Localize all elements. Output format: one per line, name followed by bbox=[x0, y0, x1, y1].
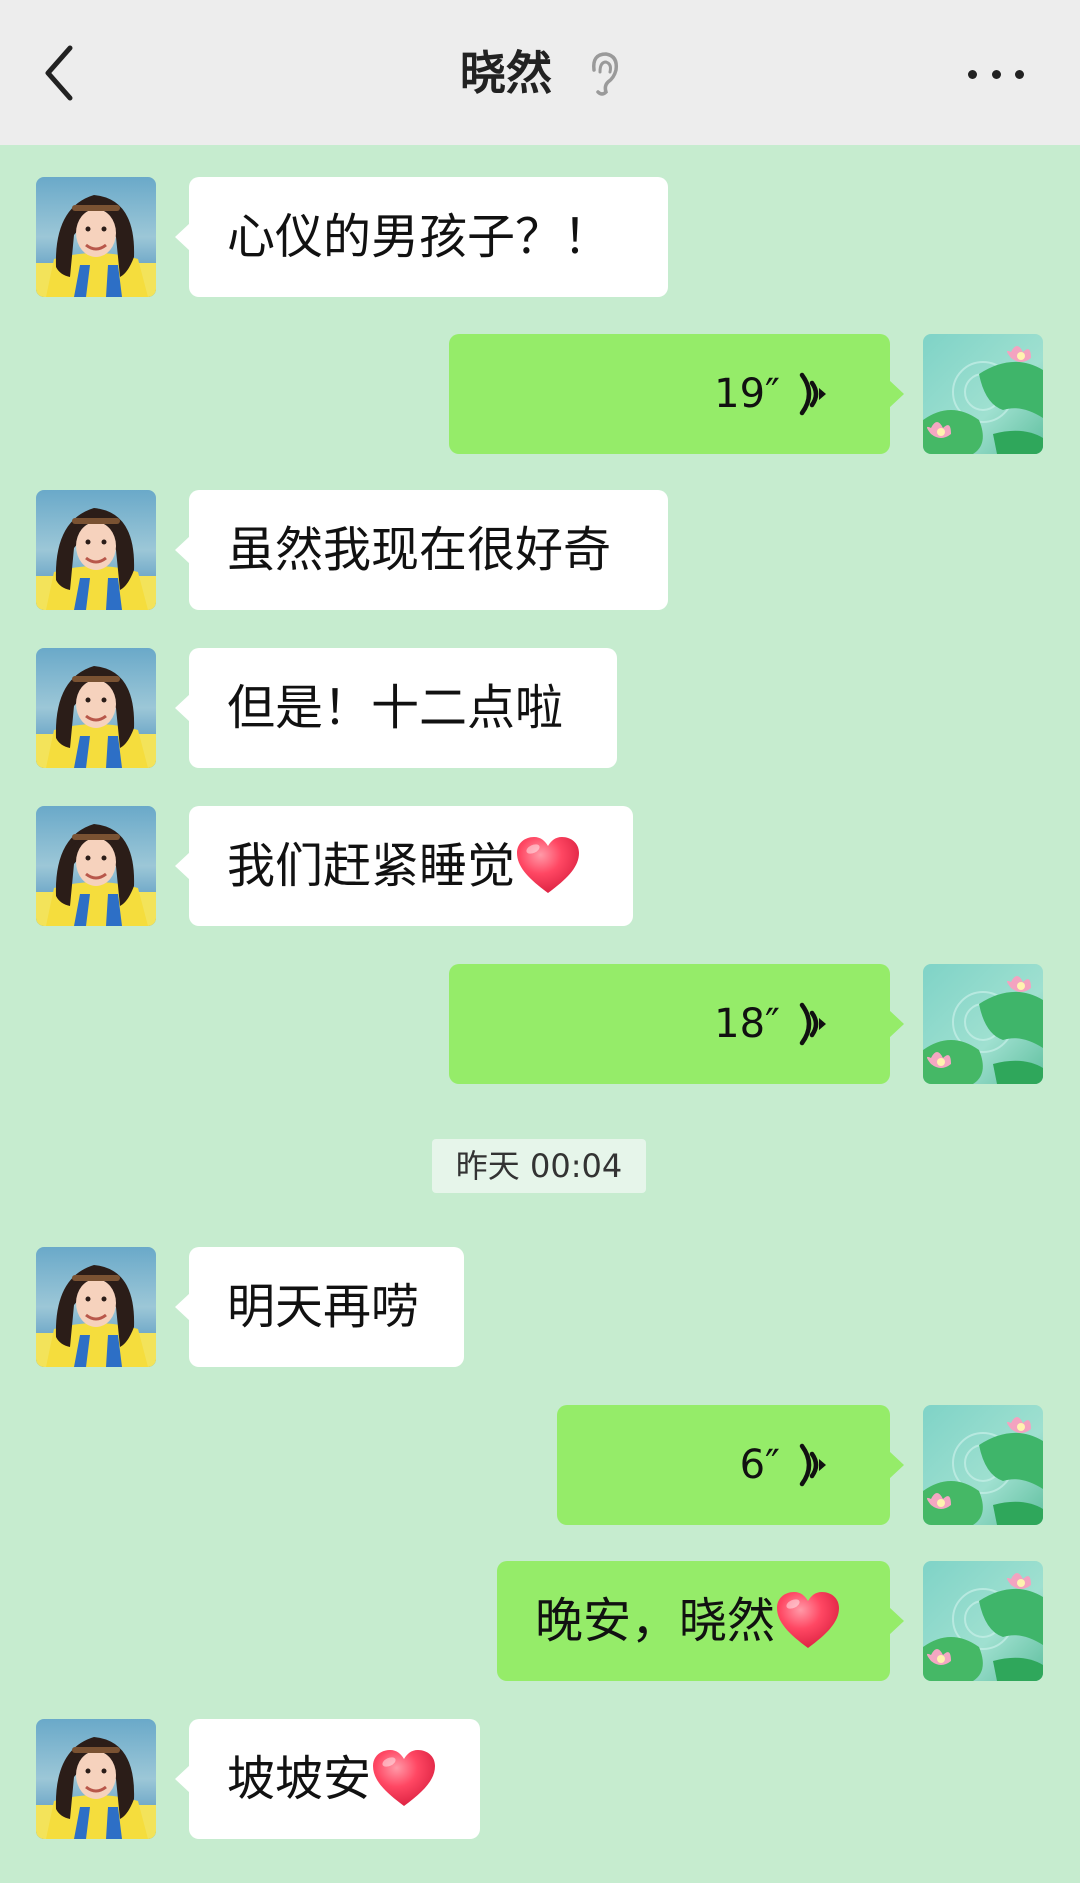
message-text: 我们赶紧睡觉 bbox=[227, 838, 516, 894]
my-avatar[interactable] bbox=[923, 1405, 1043, 1525]
heart-emoji-icon bbox=[775, 1590, 841, 1650]
voice-bubble[interactable]: 6″ bbox=[557, 1405, 904, 1525]
voice-bubble[interactable]: 18″ bbox=[449, 964, 904, 1084]
voice-wave-icon bbox=[794, 1442, 834, 1488]
voice-wave-icon bbox=[794, 371, 834, 417]
message-text: 明天再唠 bbox=[227, 1279, 420, 1335]
contact-avatar[interactable] bbox=[36, 648, 156, 768]
contact-avatar[interactable] bbox=[36, 1719, 156, 1839]
voice-duration: 6″ bbox=[739, 1442, 780, 1488]
text-bubble[interactable]: 但是！十二点啦 bbox=[175, 648, 617, 768]
text-bubble[interactable]: 心仪的男孩子？！ bbox=[175, 177, 668, 297]
my-avatar[interactable] bbox=[923, 964, 1043, 1084]
more-dots-icon bbox=[991, 69, 1001, 79]
contact-name: 晓然 bbox=[460, 46, 552, 100]
text-bubble[interactable]: 我们赶紧睡觉 bbox=[175, 806, 633, 926]
contact-avatar[interactable] bbox=[36, 177, 156, 297]
chat-title: 晓然 bbox=[0, 40, 1080, 106]
text-bubble[interactable]: 晚安，晓然 bbox=[497, 1561, 904, 1681]
message-text: 但是！十二点啦 bbox=[227, 680, 564, 736]
heart-emoji-icon bbox=[371, 1748, 437, 1808]
contact-avatar[interactable] bbox=[36, 1247, 156, 1367]
contact-avatar[interactable] bbox=[36, 806, 156, 926]
message-text: 心仪的男孩子？！ bbox=[227, 209, 612, 265]
text-bubble[interactable]: 坡坡安 bbox=[175, 1719, 480, 1839]
voice-duration: 19″ bbox=[714, 371, 780, 417]
message-text: 虽然我现在很好奇 bbox=[227, 522, 612, 578]
more-options-button[interactable] bbox=[968, 64, 1024, 84]
text-bubble[interactable]: 明天再唠 bbox=[175, 1247, 464, 1367]
more-dots-icon bbox=[968, 69, 977, 79]
voice-wave-icon bbox=[794, 1001, 834, 1047]
message-text: 晚安，晓然 bbox=[535, 1593, 776, 1649]
ear-icon bbox=[592, 52, 619, 96]
message-text: 坡坡安 bbox=[227, 1751, 372, 1807]
chat-header: 晓然 bbox=[0, 0, 1080, 145]
my-avatar[interactable] bbox=[923, 334, 1043, 454]
timestamp-divider: 昨天 00:04 bbox=[432, 1139, 646, 1193]
heart-emoji-icon bbox=[515, 835, 581, 895]
my-avatar[interactable] bbox=[923, 1561, 1043, 1681]
voice-duration: 18″ bbox=[714, 1001, 780, 1047]
contact-avatar[interactable] bbox=[36, 490, 156, 610]
voice-bubble[interactable]: 19″ bbox=[449, 334, 904, 454]
text-bubble[interactable]: 虽然我现在很好奇 bbox=[175, 490, 668, 610]
more-dots-icon bbox=[1015, 69, 1024, 79]
